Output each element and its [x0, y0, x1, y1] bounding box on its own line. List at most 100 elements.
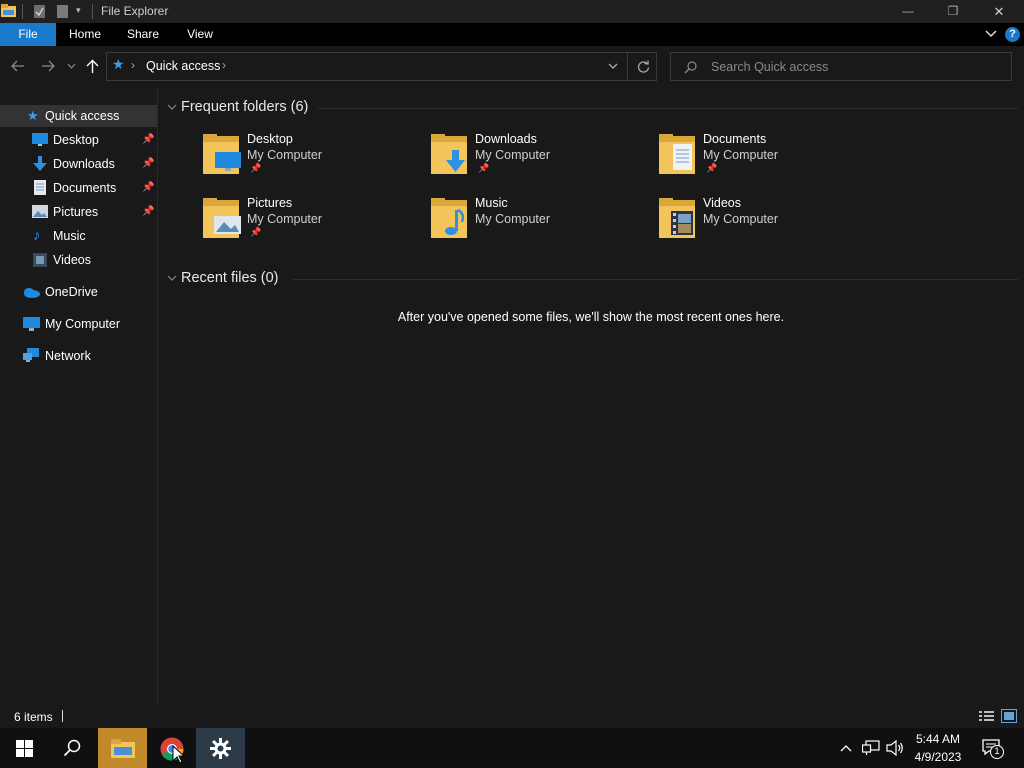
recent-files-heading[interactable]: Recent files (0) [181, 270, 279, 286]
forward-arrow-icon[interactable] [41, 60, 55, 72]
music-icon: ♪ [33, 227, 41, 244]
title-bar: ▾ File Explorer — ❐ ✕ [0, 0, 1024, 23]
file-explorer-icon [111, 739, 135, 758]
pin-icon: 📌 [478, 163, 490, 173]
desktop-icon [32, 133, 48, 146]
navigation-bar: ★ › Quick access › Search Quick access [0, 46, 1024, 88]
folder-downloads[interactable]: Downloads My Computer 📌 [429, 132, 649, 188]
folder-videos[interactable]: Videos My Computer [657, 196, 877, 252]
nav-item-onedrive[interactable]: OneDrive [0, 281, 157, 303]
help-icon[interactable]: ? [1005, 27, 1020, 42]
breadcrumb-separator-icon[interactable]: › [131, 58, 135, 72]
clock-time[interactable]: 5:44 AM [908, 732, 968, 746]
folder-name: Documents [703, 132, 767, 146]
tab-home[interactable]: Home [58, 23, 112, 46]
address-history-icon[interactable] [608, 63, 618, 70]
folder-pictures-icon [203, 198, 241, 238]
nav-item-network[interactable]: Network [0, 345, 157, 367]
show-hidden-icons-icon[interactable] [840, 744, 852, 752]
folder-name: Downloads [475, 132, 537, 146]
nav-item-label: Desktop [53, 133, 99, 147]
title-divider [92, 4, 93, 19]
nav-quick-access[interactable]: ★ Quick access [0, 105, 157, 127]
collapse-frequent-icon[interactable] [167, 104, 177, 111]
breadcrumb-quick-access[interactable]: Quick access [146, 59, 220, 73]
nav-onedrive-label: OneDrive [45, 285, 98, 299]
nav-item-my-computer[interactable]: My Computer [0, 313, 157, 335]
nav-item-downloads[interactable]: Downloads 📌 [0, 153, 157, 175]
folder-videos-icon [659, 198, 695, 238]
new-folder-icon[interactable] [56, 4, 69, 19]
folder-name: Videos [703, 196, 741, 210]
folder-location: My Computer [703, 212, 779, 226]
taskbar-settings[interactable] [196, 728, 245, 768]
nav-item-desktop[interactable]: Desktop 📌 [0, 129, 157, 151]
search-input[interactable]: Search Quick access [711, 60, 828, 74]
downloads-icon [33, 156, 47, 171]
tab-share[interactable]: Share [116, 23, 170, 46]
refresh-icon[interactable] [637, 60, 650, 73]
content-pane: Frequent folders (6) Desktop My Computer… [158, 88, 1024, 705]
item-count: 6 items [14, 710, 53, 724]
nav-item-documents[interactable]: Documents 📌 [0, 177, 157, 199]
expand-ribbon-icon[interactable] [985, 30, 997, 38]
taskbar-chrome[interactable] [147, 728, 196, 768]
search-icon [684, 61, 697, 74]
section-divider [318, 108, 1018, 109]
large-icons-view-icon[interactable] [1001, 709, 1017, 723]
qat-divider [22, 4, 23, 19]
back-arrow-icon[interactable] [11, 60, 25, 72]
folder-music[interactable]: Music My Computer [429, 196, 649, 252]
folder-desktop[interactable]: Desktop My Computer 📌 [201, 132, 421, 188]
nav-item-label: Music [53, 229, 86, 243]
nav-network-label: Network [45, 349, 91, 363]
recent-empty-message: After you've opened some files, we'll sh… [397, 310, 785, 324]
window-title: File Explorer [101, 4, 169, 18]
clock-date[interactable]: 4/9/2023 [908, 750, 968, 764]
notifications-button[interactable]: 1 [982, 739, 1004, 759]
nav-item-videos[interactable]: Videos [0, 249, 157, 271]
folder-location: My Computer [703, 148, 779, 162]
search-box[interactable]: Search Quick access [670, 52, 1012, 81]
close-button[interactable]: ✕ [990, 0, 1008, 23]
folder-documents[interactable]: Documents My Computer 📌 [657, 132, 877, 188]
nav-item-label: Pictures [53, 205, 99, 219]
tab-view[interactable]: View [174, 23, 226, 46]
details-view-icon[interactable] [979, 710, 994, 722]
network-status-icon[interactable] [862, 740, 880, 756]
taskbar-file-explorer[interactable] [98, 728, 147, 768]
mouse-cursor-icon [172, 745, 184, 764]
taskbar: 5:44 AM 4/9/2023 1 [0, 728, 1024, 768]
frequent-folders-heading[interactable]: Frequent folders (6) [181, 99, 308, 115]
pictures-icon [32, 205, 48, 218]
properties-icon[interactable] [33, 4, 47, 19]
nav-item-pictures[interactable]: Pictures 📌 [0, 201, 157, 223]
tab-file[interactable]: File [0, 23, 56, 46]
gear-icon [210, 738, 231, 759]
pin-icon: 📌 [142, 182, 155, 193]
up-arrow-icon[interactable] [86, 59, 99, 74]
minimize-button[interactable]: — [900, 0, 916, 23]
pin-icon: 📌 [142, 134, 155, 145]
recent-locations-icon[interactable] [67, 63, 76, 69]
windows-start-icon[interactable] [16, 740, 33, 757]
pin-icon: 📌 [142, 158, 155, 169]
breadcrumb-next-separator-icon[interactable]: › [222, 58, 226, 72]
address-bar[interactable]: ★ › Quick access › [106, 52, 657, 81]
pin-icon: 📌 [250, 227, 262, 237]
folder-documents-icon [659, 134, 695, 174]
search-icon[interactable] [63, 739, 81, 757]
qat-dropdown-icon[interactable]: ▾ [76, 5, 81, 16]
pin-icon: 📌 [706, 163, 718, 173]
documents-icon [34, 180, 46, 195]
folder-name: Pictures [247, 196, 293, 210]
nav-my-computer-label: My Computer [45, 317, 121, 331]
folder-name: Desktop [247, 132, 293, 146]
ribbon-tabs: File Home Share View ? [0, 23, 1024, 46]
folder-pictures[interactable]: Pictures My Computer 📌 [201, 196, 421, 252]
maximize-button[interactable]: ❐ [944, 0, 962, 23]
onedrive-icon [24, 288, 40, 298]
volume-icon[interactable] [886, 740, 904, 756]
collapse-recent-icon[interactable] [167, 275, 177, 282]
nav-item-music[interactable]: ♪ Music [0, 225, 157, 247]
